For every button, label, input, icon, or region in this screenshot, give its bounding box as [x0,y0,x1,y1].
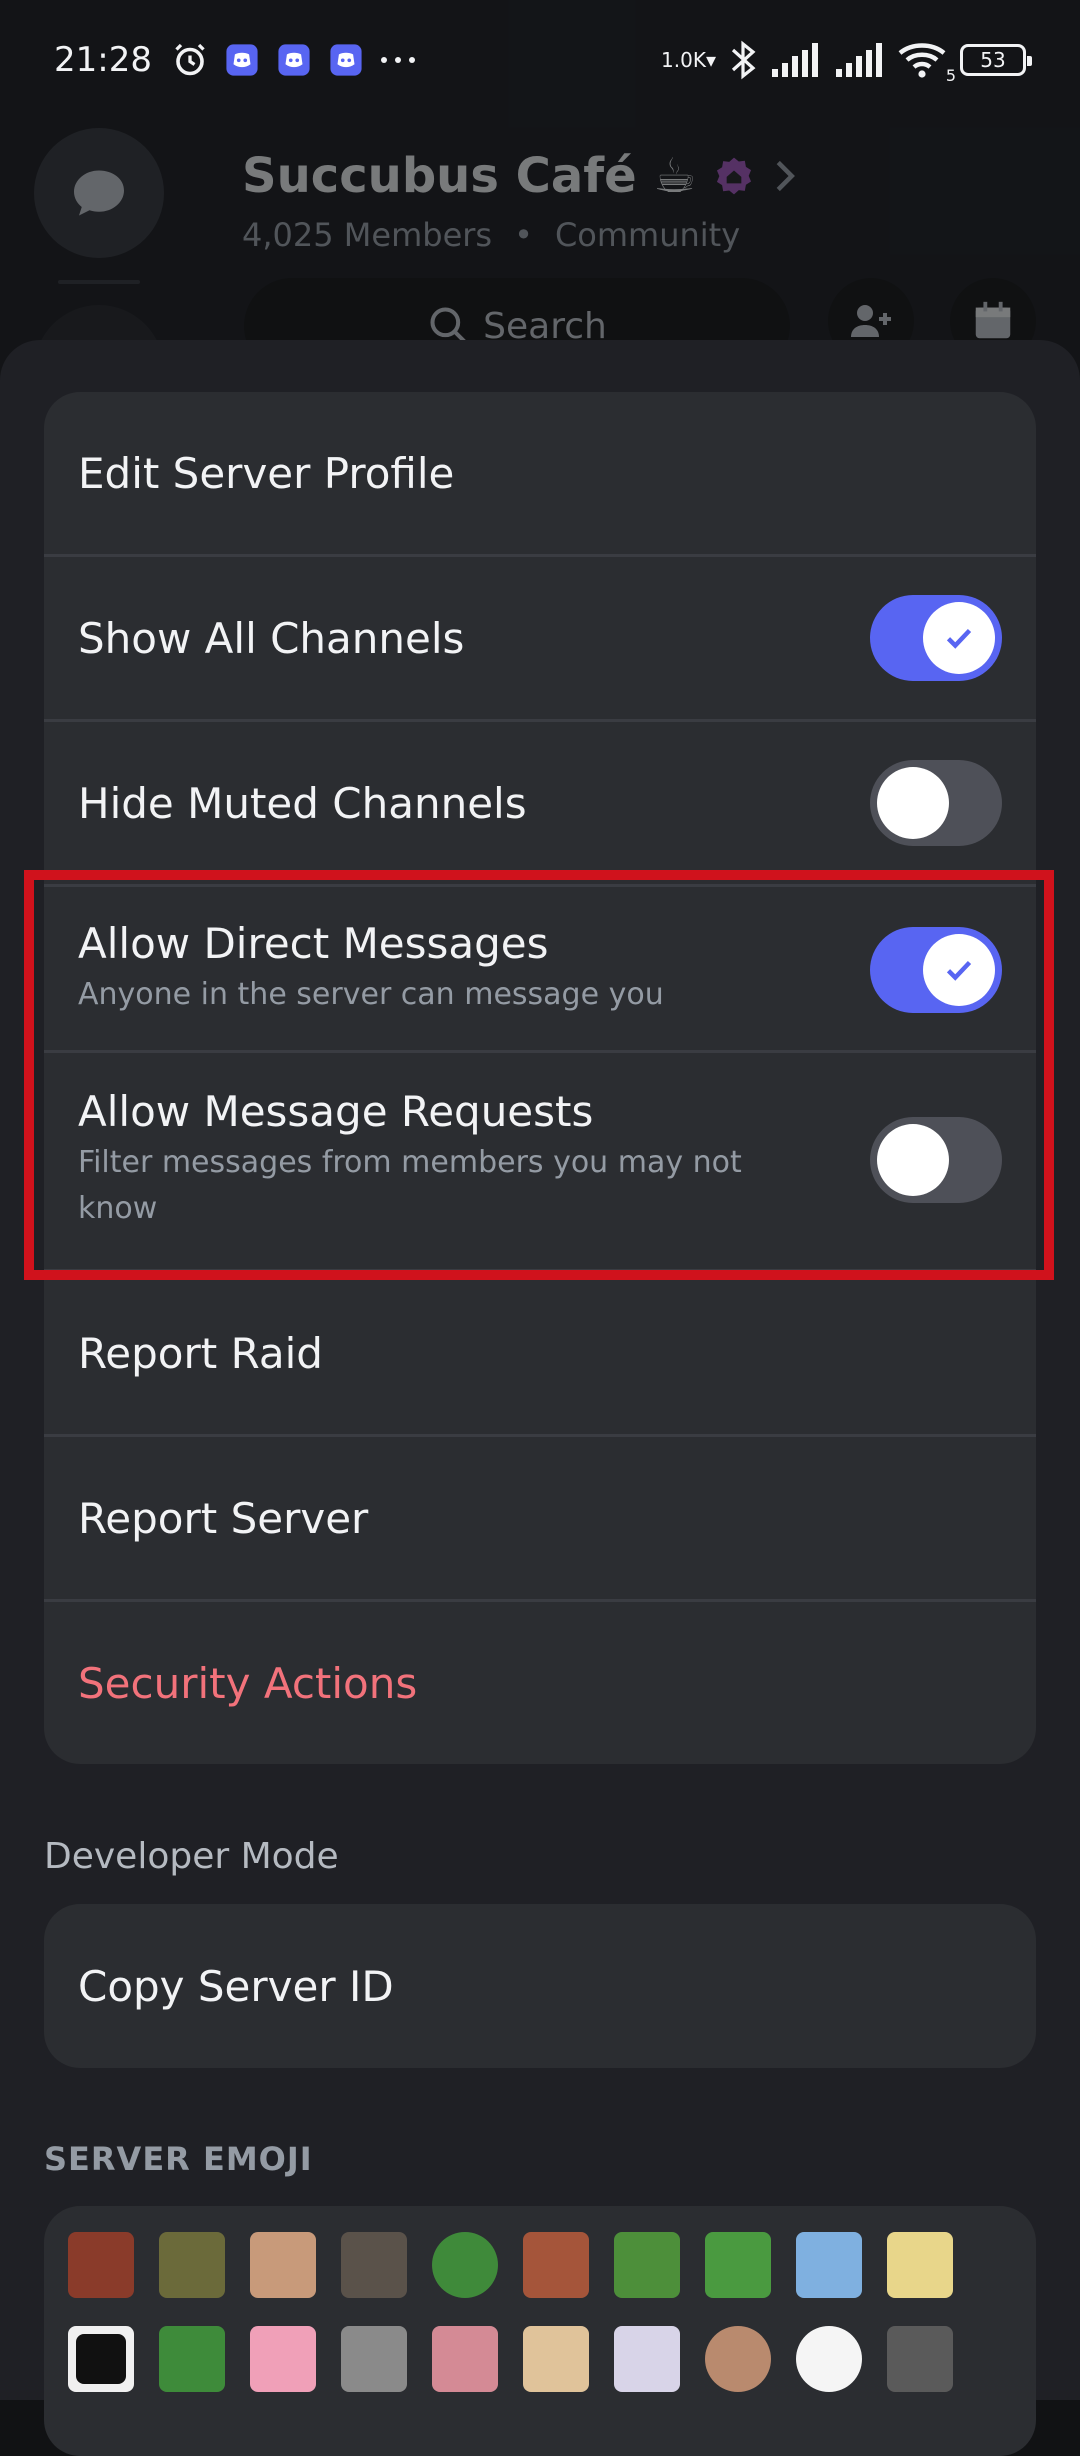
allow-direct-messages-text: Allow Direct Messages Anyone in the serv… [78,919,664,1018]
allow-direct-messages-item[interactable]: Allow Direct Messages Anyone in the serv… [44,887,1036,1050]
alarm-icon [170,40,210,80]
server-emoji-grid [44,2206,1036,2456]
toggle-knob [923,934,995,1006]
chad-emoji[interactable] [887,2326,953,2392]
network-speed: 1.0K▾ [661,48,716,72]
edit-server-profile-item[interactable]: Edit Server Profile [44,392,1036,554]
developer-card: Copy Server ID [44,1904,1036,2068]
toggle-knob [923,602,995,674]
pepe-sunglasses-emoji[interactable] [159,2326,225,2392]
edit-server-profile-label: Edit Server Profile [78,448,455,498]
discord-notification-icon [326,40,366,80]
more-notifications-icon [378,40,418,80]
security-actions-label: Security Actions [78,1658,418,1708]
discord-notification-icon [274,40,314,80]
report-raid-label: Report Raid [78,1328,323,1378]
anime-blue-hair-emoji[interactable] [796,2232,862,2298]
hide-muted-channels-item[interactable]: Hide Muted Channels [44,722,1036,884]
white-hair-anime-emoji[interactable] [614,2326,680,2392]
discord-notification-icon [222,40,262,80]
status-bar: 21:28 1.0K▾ 5 53 [0,0,1080,120]
grinning-man-emoji[interactable] [250,2232,316,2298]
checkmark-icon [946,960,972,981]
developer-mode-heading: Developer Mode [44,1836,339,1877]
frog-puppet-emoji[interactable] [159,2232,225,2298]
catgirl-emoji[interactable] [523,2326,589,2392]
pepe-cry-emoji[interactable] [614,2232,680,2298]
wifi-icon [898,43,946,78]
allow-message-requests-description: Filter messages from members you may not… [78,1145,742,1226]
clock: 21:28 [54,40,152,80]
allow-message-requests-toggle[interactable] [870,1117,1002,1203]
allow-message-requests-item[interactable]: Allow Message Requests Filter messages f… [44,1053,1036,1269]
report-server-item[interactable]: Report Server [44,1437,1036,1599]
troll-grin-emoji[interactable] [796,2326,862,2392]
battery-indicator: 53 [960,44,1032,76]
checkmark-icon [946,628,972,649]
laughing-man-emoji[interactable] [68,2232,134,2298]
pepe-smile-emoji[interactable] [432,2232,498,2298]
trollface-emoji[interactable] [68,2326,134,2392]
report-raid-item[interactable]: Report Raid [44,1272,1036,1434]
bluetooth-icon [731,40,756,80]
signal-icon [836,43,882,77]
toggle-knob [877,767,949,839]
wifi-badge: 5 [945,66,956,85]
shocked-man-emoji[interactable] [523,2232,589,2298]
report-server-label: Report Server [78,1493,369,1543]
allow-message-requests-text: Allow Message Requests Filter messages f… [78,1087,818,1232]
allow-message-requests-label: Allow Message Requests [78,1087,594,1136]
wifi-indicator: 5 [898,41,956,85]
show-all-channels-item[interactable]: Show All Channels [44,557,1036,719]
server-options-sheet: Edit Server Profile Show All Channels Hi… [0,340,1080,2400]
show-all-channels-label: Show All Channels [78,613,465,663]
hide-muted-channels-label: Hide Muted Channels [78,778,527,828]
anime-blonde-emoji[interactable] [887,2232,953,2298]
pink-hair-heart-emoji[interactable] [250,2326,316,2392]
allow-direct-messages-toggle[interactable] [870,927,1002,1013]
cat-emoji[interactable] [341,2232,407,2298]
copy-server-id-item[interactable]: Copy Server ID [44,1904,1036,2068]
toggle-knob [877,1124,949,1196]
bald-head-emoji[interactable] [705,2326,771,2392]
security-actions-item[interactable]: Security Actions [44,1602,1036,1764]
battery-level: 53 [980,48,1006,72]
server-emoji-heading: SERVER EMOJI [44,2140,313,2178]
pepe-happy-emoji[interactable] [705,2232,771,2298]
copy-server-id-label: Copy Server ID [78,1961,394,2011]
allow-direct-messages-description: Anyone in the server can message you [78,977,664,1012]
pink-hair-anime-emoji[interactable] [432,2326,498,2392]
server-options-card: Edit Server Profile Show All Channels Hi… [44,392,1036,1764]
show-all-channels-toggle[interactable] [870,595,1002,681]
hide-muted-channels-toggle[interactable] [870,760,1002,846]
allow-direct-messages-label: Allow Direct Messages [78,919,549,968]
signal-icon [772,43,818,77]
long-hair-face-emoji[interactable] [341,2326,407,2392]
